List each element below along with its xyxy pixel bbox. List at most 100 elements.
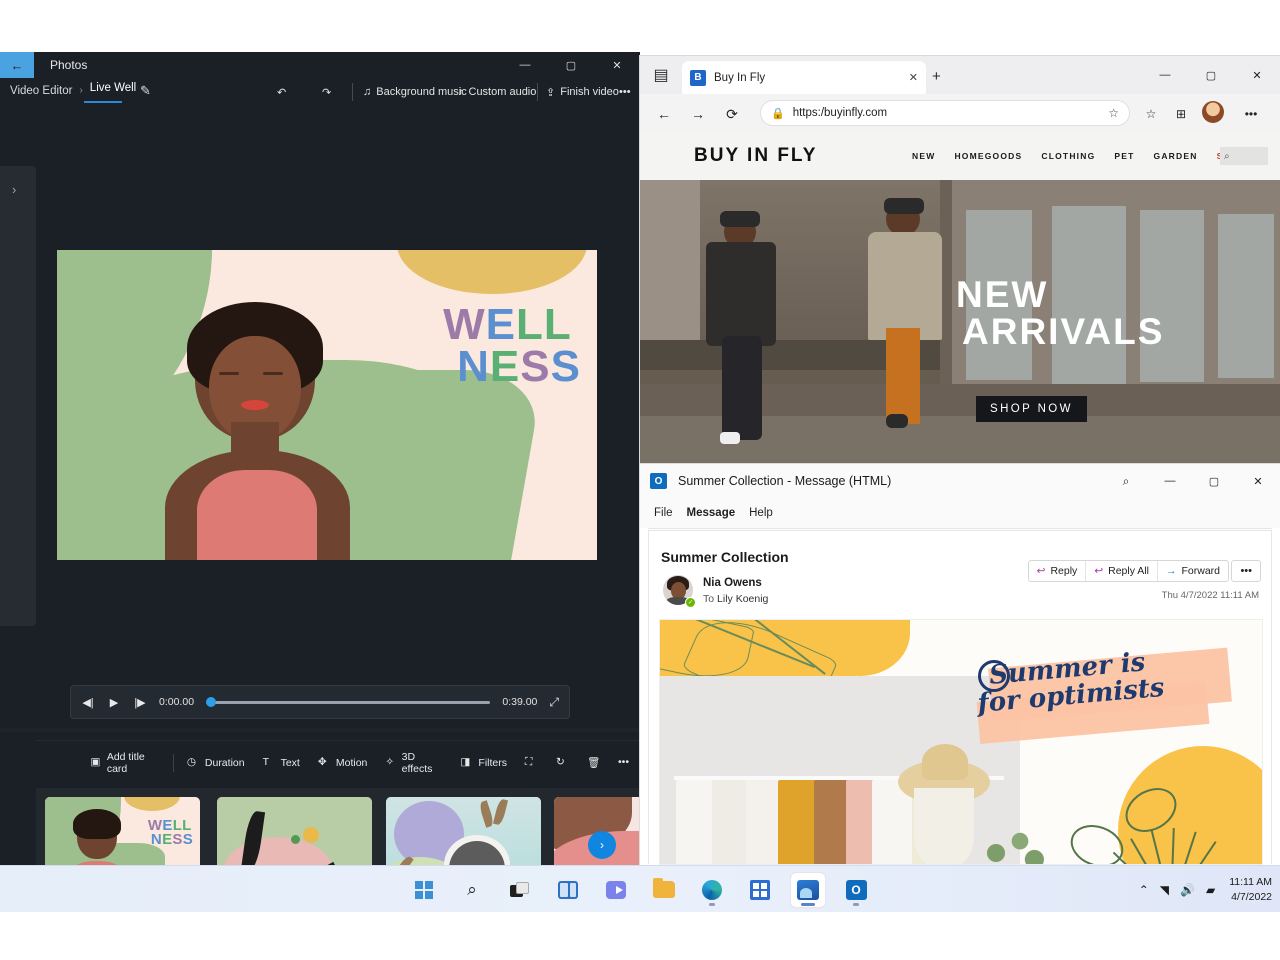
speaker-icon[interactable]: 🔊 bbox=[1180, 883, 1195, 897]
reload-icon[interactable]: ⟳ bbox=[720, 102, 744, 126]
nav-link-homegoods[interactable]: HOMEGOODS bbox=[954, 151, 1022, 161]
more-icon: ••• bbox=[618, 756, 631, 769]
edge-maximize-button[interactable]: ▢ bbox=[1188, 56, 1234, 94]
tab-help[interactable]: Help bbox=[749, 507, 773, 519]
photos-close-button[interactable]: ✕ bbox=[594, 52, 640, 78]
ribbon-divider bbox=[648, 528, 1272, 529]
yellow-shape bbox=[397, 250, 587, 294]
nav-link-pet[interactable]: PET bbox=[1114, 151, 1134, 161]
forward-icon[interactable]: → bbox=[686, 102, 710, 126]
custom-audio-button[interactable]: ♪ Custom audio bbox=[458, 82, 536, 102]
outlook-maximize-button[interactable]: ▢ bbox=[1192, 464, 1236, 498]
file-explorer-button[interactable] bbox=[647, 873, 681, 907]
playback-scrubber[interactable] bbox=[206, 701, 490, 704]
crop-button[interactable]: ⛶ bbox=[516, 751, 547, 775]
play-button[interactable]: ▶ bbox=[107, 696, 121, 709]
recipient-name[interactable]: Lily Koenig bbox=[717, 593, 768, 605]
edge-close-button[interactable]: ✕ bbox=[1234, 56, 1280, 94]
collapsed-side-panel[interactable]: › bbox=[0, 166, 36, 626]
fullscreen-icon[interactable]: ⤢ bbox=[549, 695, 559, 710]
clip-more-button[interactable]: ••• bbox=[609, 751, 640, 775]
motion-button[interactable]: ✥ Motion bbox=[309, 751, 377, 775]
project-name-label[interactable]: Live Well bbox=[90, 82, 136, 99]
finish-video-button[interactable]: ⇪ Finish video bbox=[546, 82, 619, 102]
start-button[interactable] bbox=[407, 873, 441, 907]
back-icon[interactable]: ← bbox=[652, 102, 676, 126]
back-arrow-icon[interactable]: ← bbox=[0, 52, 34, 78]
scrubber-handle[interactable] bbox=[206, 697, 216, 707]
add-title-card-button[interactable]: ▣ Add title card bbox=[82, 751, 169, 775]
teams-chat-button[interactable] bbox=[599, 873, 633, 907]
star-plus-icon[interactable]: ☆ bbox=[1108, 106, 1119, 120]
next-frame-button[interactable]: |▶ bbox=[133, 696, 147, 709]
site-search-box[interactable]: ⌕ bbox=[1220, 147, 1268, 165]
previous-frame-button[interactable]: ◀| bbox=[81, 696, 95, 709]
breadcrumb-video-editor[interactable]: Video Editor bbox=[10, 85, 72, 97]
search-icon[interactable]: ⌕ bbox=[1104, 464, 1148, 498]
text-button[interactable]: T Text bbox=[254, 751, 309, 775]
outlook-button[interactable]: O bbox=[839, 873, 873, 907]
delete-button[interactable]: 🗑 bbox=[578, 751, 609, 775]
pencil-icon[interactable]: ✎ bbox=[140, 83, 151, 99]
outlook-close-button[interactable]: ✕ bbox=[1236, 464, 1280, 498]
tab-list-icon[interactable]: ▤ bbox=[650, 64, 672, 86]
background-music-button[interactable]: ♫ Background music bbox=[363, 82, 467, 102]
storyboard-timeline[interactable]: WELL NESS 3.0 3.0 bbox=[36, 788, 640, 865]
duration-button[interactable]: ◷ Duration bbox=[178, 751, 254, 775]
rotate-button[interactable]: ↻ bbox=[547, 751, 578, 775]
outlook-minimize-button[interactable]: — bbox=[1148, 464, 1192, 498]
timeline-clip-2[interactable]: 3.0 bbox=[217, 797, 372, 865]
preview-background: WELL NESS bbox=[57, 250, 597, 560]
nav-link-garden[interactable]: GARDEN bbox=[1154, 151, 1198, 161]
reply-button[interactable]: ↩ Reply bbox=[1029, 561, 1087, 581]
more-options-icon[interactable]: ••• bbox=[619, 82, 631, 102]
forward-button[interactable]: → Forward bbox=[1158, 561, 1228, 581]
sender-name[interactable]: Nia Owens bbox=[703, 577, 762, 589]
address-bar[interactable]: 🔒 https:/buyinfly.com ☆ bbox=[760, 100, 1130, 126]
person-illustration bbox=[157, 310, 357, 560]
wifi-icon[interactable]: ◥ bbox=[1160, 883, 1169, 897]
photos-button[interactable] bbox=[791, 873, 825, 907]
task-view-button[interactable] bbox=[503, 873, 537, 907]
chevron-right-icon: › bbox=[79, 85, 82, 96]
favorites-icon[interactable]: ☆ bbox=[1140, 103, 1162, 125]
settings-more-icon[interactable]: ••• bbox=[1240, 103, 1262, 125]
timeline-clip-3[interactable]: 3.0 bbox=[386, 797, 541, 865]
shop-now-button[interactable]: SHOP NOW bbox=[976, 396, 1087, 422]
nav-link-clothing[interactable]: CLOTHING bbox=[1041, 151, 1095, 161]
search-button[interactable]: ⌕ bbox=[455, 873, 489, 907]
edge-button[interactable] bbox=[695, 873, 729, 907]
timeline-next-button[interactable]: › bbox=[588, 831, 616, 859]
url-text[interactable]: https:/buyinfly.com bbox=[793, 107, 1101, 119]
collections-icon[interactable]: ⊞ bbox=[1170, 103, 1192, 125]
tab-message[interactable]: Message bbox=[687, 507, 736, 519]
profile-avatar[interactable] bbox=[1202, 101, 1224, 123]
video-preview-frame[interactable]: WELL NESS bbox=[57, 250, 597, 560]
battery-icon[interactable]: ▰ bbox=[1206, 883, 1215, 897]
site-logo[interactable]: BUY IN FLY bbox=[694, 145, 817, 167]
undo-button[interactable]: ↶ bbox=[277, 82, 286, 102]
motion-label: Motion bbox=[336, 757, 368, 769]
filters-button[interactable]: ◨ Filters bbox=[451, 751, 516, 775]
nav-link-new[interactable]: NEW bbox=[912, 151, 935, 161]
microsoft-store-button[interactable] bbox=[743, 873, 777, 907]
message-more-actions-button[interactable]: ••• bbox=[1231, 560, 1261, 582]
redo-button[interactable]: ↷ bbox=[322, 82, 331, 102]
close-icon[interactable]: ✕ bbox=[909, 71, 918, 84]
browser-tab[interactable]: B Buy In Fly ✕ bbox=[682, 61, 926, 94]
3d-effects-button[interactable]: ✧ 3D effects bbox=[376, 751, 451, 775]
timeline-clip-1[interactable]: WELL NESS 3.0 bbox=[45, 797, 200, 865]
photos-minimize-button[interactable]: — bbox=[502, 52, 548, 78]
reply-all-button[interactable]: ↩ Reply All bbox=[1086, 561, 1158, 581]
chevron-up-icon[interactable]: ⌃ bbox=[1139, 883, 1149, 897]
photos-maximize-button[interactable]: ▢ bbox=[548, 52, 594, 78]
chevron-right-icon[interactable]: › bbox=[12, 182, 16, 197]
running-indicator bbox=[853, 903, 859, 906]
tab-file[interactable]: File bbox=[654, 507, 673, 519]
task-view-icon bbox=[510, 882, 530, 898]
edge-minimize-button[interactable]: — bbox=[1142, 56, 1188, 94]
clock[interactable]: 11:11 AM 4/7/2022 bbox=[1229, 875, 1272, 903]
chat-icon bbox=[606, 881, 626, 899]
widgets-button[interactable] bbox=[551, 873, 585, 907]
new-tab-button[interactable]: + bbox=[932, 68, 941, 85]
